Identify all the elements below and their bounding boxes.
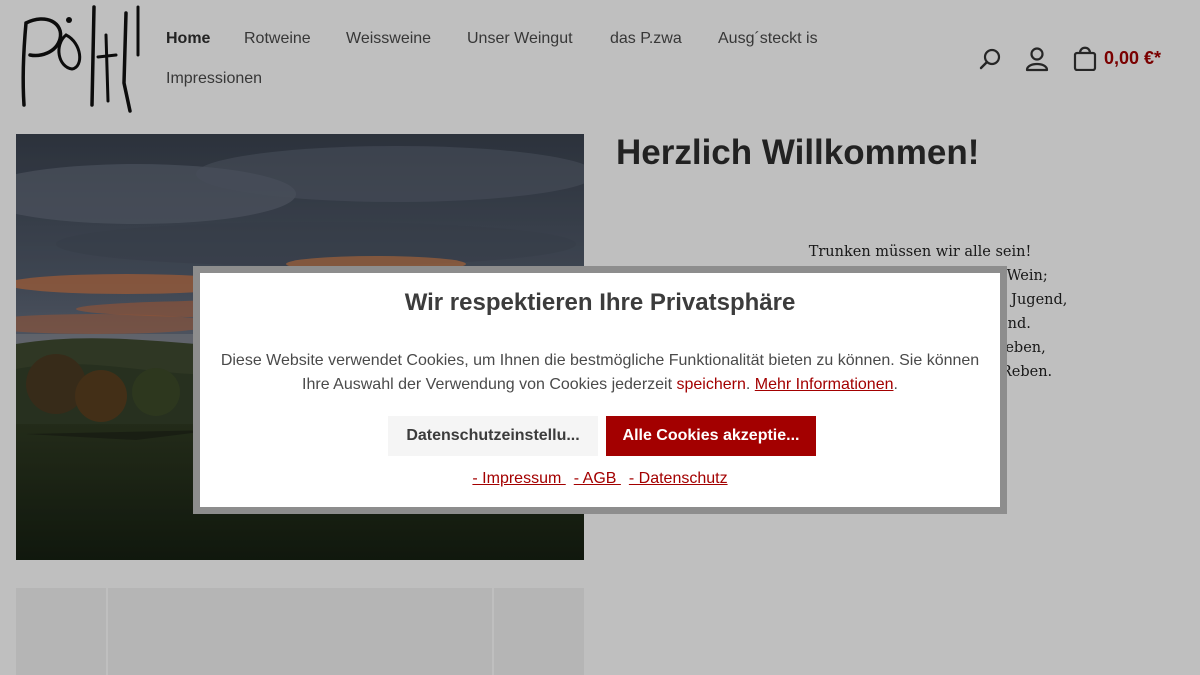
modal-title: Wir respektieren Ihre Privatsphäre xyxy=(404,289,796,316)
modal-text-part: . xyxy=(893,376,898,393)
agb-link[interactable]: - AGB xyxy=(574,470,621,487)
save-link[interactable]: speichern xyxy=(677,376,746,393)
impressum-link[interactable]: - Impressum xyxy=(472,470,565,487)
more-info-link[interactable]: Mehr Informationen xyxy=(755,376,894,393)
accept-all-cookies-button[interactable]: Alle Cookies akzeptie... xyxy=(606,416,816,456)
cookie-consent-modal: Wir respektieren Ihre Privatsphäre Diese… xyxy=(200,273,1000,507)
modal-text-part: . xyxy=(745,376,755,393)
modal-footer-links: - Impressum - AGB - Datenschutz xyxy=(200,470,1000,488)
modal-text: Diese Website verwendet Cookies, um Ihne… xyxy=(220,349,980,397)
datenschutz-link[interactable]: - Datenschutz xyxy=(629,470,728,487)
privacy-settings-button[interactable]: Datenschutzeinstellu... xyxy=(388,416,598,456)
